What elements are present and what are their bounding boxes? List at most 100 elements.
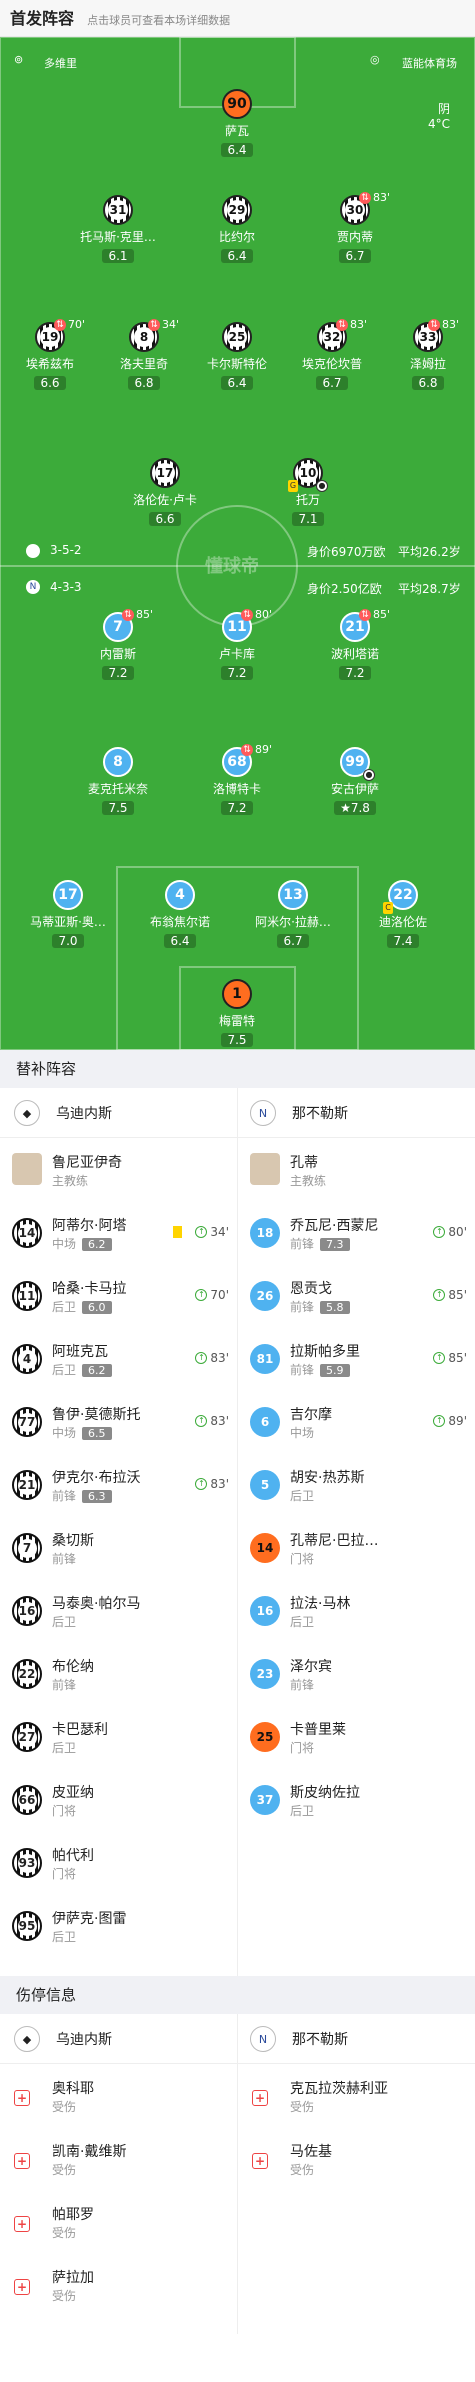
injured-player[interactable]: + 克瓦拉茨赫利亚 受伤 xyxy=(238,2064,475,2127)
away-sub-player[interactable]: 16 拉法·马林 后卫 xyxy=(238,1579,475,1642)
home-player[interactable]: 10 G ● 托万 7.1 xyxy=(258,458,358,527)
sub-row: 7 桑切斯 前锋 14 孔蒂尼·巴拉… 门将 xyxy=(0,1516,475,1579)
home-formation: 3-5-2 xyxy=(50,543,82,557)
away-player[interactable]: 7 ⇅ 85' 内雷斯 7.2 xyxy=(68,608,168,681)
home-player[interactable]: 31 托马斯·克里… 6.1 xyxy=(68,195,168,264)
home-sub-player[interactable]: 4 阿班克瓦 后卫 6.2 ↑ 83' xyxy=(0,1327,237,1390)
away-sub-player[interactable]: 25 卡普里莱 门将 xyxy=(238,1705,475,1768)
away-player[interactable]: 21 ⇅ 85' 波利塔诺 7.2 xyxy=(305,608,405,681)
away-coach[interactable]: 孔蒂 主教练 xyxy=(238,1138,475,1201)
away-sub-player[interactable]: 37 斯皮纳佐拉 后卫 xyxy=(238,1768,475,1831)
home-sub-player[interactable]: 93 帕代利 门将 xyxy=(0,1831,237,1894)
player-position: 前锋 7.3 xyxy=(290,1235,350,1252)
home-player[interactable]: 32 ⇅ 83' 埃克伦坎普 6.7 xyxy=(282,318,382,391)
away-sub-player[interactable]: 26 恩贡戈 前锋 5.8 ↑ 85' xyxy=(238,1264,475,1327)
home-sub-player[interactable]: 77 鲁伊·莫德斯托 中场 6.5 ↑ 83' xyxy=(0,1390,237,1453)
player-name: 哈桑·卡马拉 xyxy=(52,1281,127,1297)
lineup-title: 首发阵容 xyxy=(10,9,75,28)
home-sub-player[interactable]: 22 布伦纳 前锋 xyxy=(0,1642,237,1705)
away-sub-player[interactable]: 23 泽尔宾 前锋 xyxy=(238,1642,475,1705)
injury-row: + 萨拉加 受伤 xyxy=(0,2253,475,2316)
away-player[interactable]: 17 马蒂亚斯·奥… 7.0 xyxy=(18,880,118,949)
home-sub-player[interactable]: 27 卡巴瑟利 后卫 xyxy=(0,1705,237,1768)
sub-row: 4 阿班克瓦 后卫 6.2 ↑ 83' 81 拉斯帕多里 前锋 5.9 ↑ 85' xyxy=(0,1327,475,1390)
player-name: 泽姆拉 xyxy=(409,357,446,371)
player-name: 埃克伦坎普 xyxy=(301,357,362,371)
position-label: 后卫 xyxy=(52,1741,77,1755)
jersey-number: 23 xyxy=(250,1659,280,1689)
away-player[interactable]: 22 C 迪洛伦佐 7.4 xyxy=(353,880,453,949)
sub-in-time: ↑ 83' xyxy=(195,1414,229,1428)
lineup-subtitle: 点击球员可查看本场详细数据 xyxy=(87,14,231,27)
player-position: 中场 xyxy=(290,1424,314,1441)
away-sub-player[interactable]: 6 吉尔摩 中场 ↑ 89' xyxy=(238,1390,475,1453)
home-player[interactable]: 25 卡尔斯特伦 6.4 xyxy=(187,322,287,391)
away-player[interactable]: 68 ⇅ 89' 洛博特卡 7.2 xyxy=(187,743,287,816)
sub-row: 11 哈桑·卡马拉 后卫 6.0 ↑ 70' 26 恩贡戈 前锋 5.8 ↑ 85' xyxy=(0,1264,475,1327)
position-label: 前锋 xyxy=(290,1678,315,1692)
jersey-number: 93 xyxy=(12,1848,42,1878)
pitch: ⊚ 多维里 ◎ 蓝能体育场 阴 4°C 3-5-2 身价6970万欧 平均26.… xyxy=(0,37,475,1050)
away-sub-player[interactable]: 81 拉斯帕多里 前锋 5.9 ↑ 85' xyxy=(238,1327,475,1390)
sub-time: 89' xyxy=(448,1414,467,1428)
away-player[interactable]: 1 梅雷特 7.5 xyxy=(187,979,287,1048)
home-sub-player[interactable]: 21 伊克尔·布拉沃 前锋 6.3 ↑ 83' xyxy=(0,1453,237,1516)
away-player[interactable]: 99 ● 安古伊萨 ★7.8 xyxy=(305,747,405,816)
player-name: 拉法·马林 xyxy=(290,1596,351,1612)
home-sub-player[interactable]: 11 哈桑·卡马拉 后卫 6.0 ↑ 70' xyxy=(0,1264,237,1327)
position-label: 后卫 xyxy=(290,1804,315,1818)
sub-time: 85' xyxy=(373,608,391,621)
home-sub-player[interactable]: 16 马泰奥·帕尔马 后卫 xyxy=(0,1579,237,1642)
home-team-tab: ◆ 乌迪内斯 xyxy=(14,2014,112,2064)
away-player[interactable]: 13 阿米尔·拉赫… 6.7 xyxy=(243,880,343,949)
home-sub-player[interactable]: 14 阿蒂尔·阿塔 中场 6.2 ↑ 34' xyxy=(0,1201,237,1264)
injured-player[interactable]: + 奥科耶 受伤 xyxy=(0,2064,237,2127)
player-position: 后卫 xyxy=(290,1802,314,1819)
player-position: 中场 6.2 xyxy=(52,1235,112,1252)
player-name: 阿蒂尔·阿塔 xyxy=(52,1218,127,1234)
player-position: 后卫 6.0 xyxy=(52,1298,112,1315)
away-sub-player[interactable]: 18 乔瓦尼·西蒙尼 前锋 7.3 ↑ 80' xyxy=(238,1201,475,1264)
sub-time: 83' xyxy=(210,1351,229,1365)
sub-in-time: ↑ 83' xyxy=(195,1351,229,1365)
position-label: 前锋 xyxy=(52,1552,77,1566)
sub-row: 77 鲁伊·莫德斯托 中场 6.5 ↑ 83' 6 吉尔摩 中场 ↑ 89' xyxy=(0,1390,475,1453)
away-sub-player[interactable]: 14 孔蒂尼·巴拉… 门将 xyxy=(238,1516,475,1579)
sub-in-time: ↑ 70' xyxy=(195,1288,229,1302)
away-player[interactable]: 8 麦克托米奈 7.5 xyxy=(68,747,168,816)
home-player[interactable]: 29 比约尔 6.4 xyxy=(187,195,287,264)
away-player[interactable]: 4 布翁焦尔诺 6.4 xyxy=(130,880,230,949)
away-player[interactable]: 11 ⇅ 80' 卢卡库 7.2 xyxy=(187,608,287,681)
home-player[interactable]: 17 洛伦佐·卢卡 6.6 xyxy=(115,458,215,527)
injured-player[interactable]: + 凯南·戴维斯 受伤 xyxy=(0,2127,237,2190)
stadium-icon: ◎ xyxy=(370,53,380,66)
home-player[interactable]: 8 ⇅ 34' 洛夫里奇 6.8 xyxy=(94,318,194,391)
player-rating: 7.5 xyxy=(102,801,134,815)
player-name: 凯南·戴维斯 xyxy=(52,2144,127,2160)
home-sub-player[interactable]: 7 桑切斯 前锋 xyxy=(0,1516,237,1579)
home-player[interactable]: 19 ⇅ 70' 埃希兹布 6.6 xyxy=(0,318,100,391)
home-player[interactable]: 90 萨瓦 6.4 xyxy=(187,89,287,158)
player-name: 孔蒂尼·巴拉… xyxy=(290,1533,379,1549)
home-sub-player[interactable]: 95 伊萨克·图雷 后卫 xyxy=(0,1894,237,1957)
player-position: 门将 xyxy=(52,1865,76,1882)
home-coach[interactable]: 鲁尼亚伊奇 主教练 xyxy=(0,1138,237,1201)
player-name: 乔瓦尼·西蒙尼 xyxy=(290,1218,379,1234)
player-position: 门将 xyxy=(290,1550,314,1567)
jersey-number: 25 xyxy=(250,1722,280,1752)
home-player[interactable]: 30 ⇅ 83' 贾内蒂 6.7 xyxy=(305,191,405,264)
ball-icon: ● xyxy=(316,480,328,492)
jersey-number: 10 xyxy=(298,463,318,483)
sub-time: 83' xyxy=(373,191,391,204)
watermark: 懂球帝 xyxy=(205,556,259,577)
away-sub-player[interactable]: 5 胡安·热苏斯 后卫 xyxy=(238,1453,475,1516)
player-position: 门将 xyxy=(290,1739,314,1756)
injured-player[interactable]: + 帕耶罗 受伤 xyxy=(0,2190,237,2253)
sub-off-icon: ⇅ xyxy=(359,608,371,621)
home-sub-player[interactable]: 66 皮亚纳 门将 xyxy=(0,1768,237,1831)
sub-off-icon: ⇅ xyxy=(54,318,66,331)
injured-player[interactable]: + 马佐基 受伤 xyxy=(238,2127,475,2190)
injured-player[interactable]: + 萨拉加 受伤 xyxy=(0,2253,237,2316)
position-label: 后卫 xyxy=(52,1930,77,1944)
home-player[interactable]: 33 ⇅ 83' 泽姆拉 6.8 xyxy=(378,318,475,391)
